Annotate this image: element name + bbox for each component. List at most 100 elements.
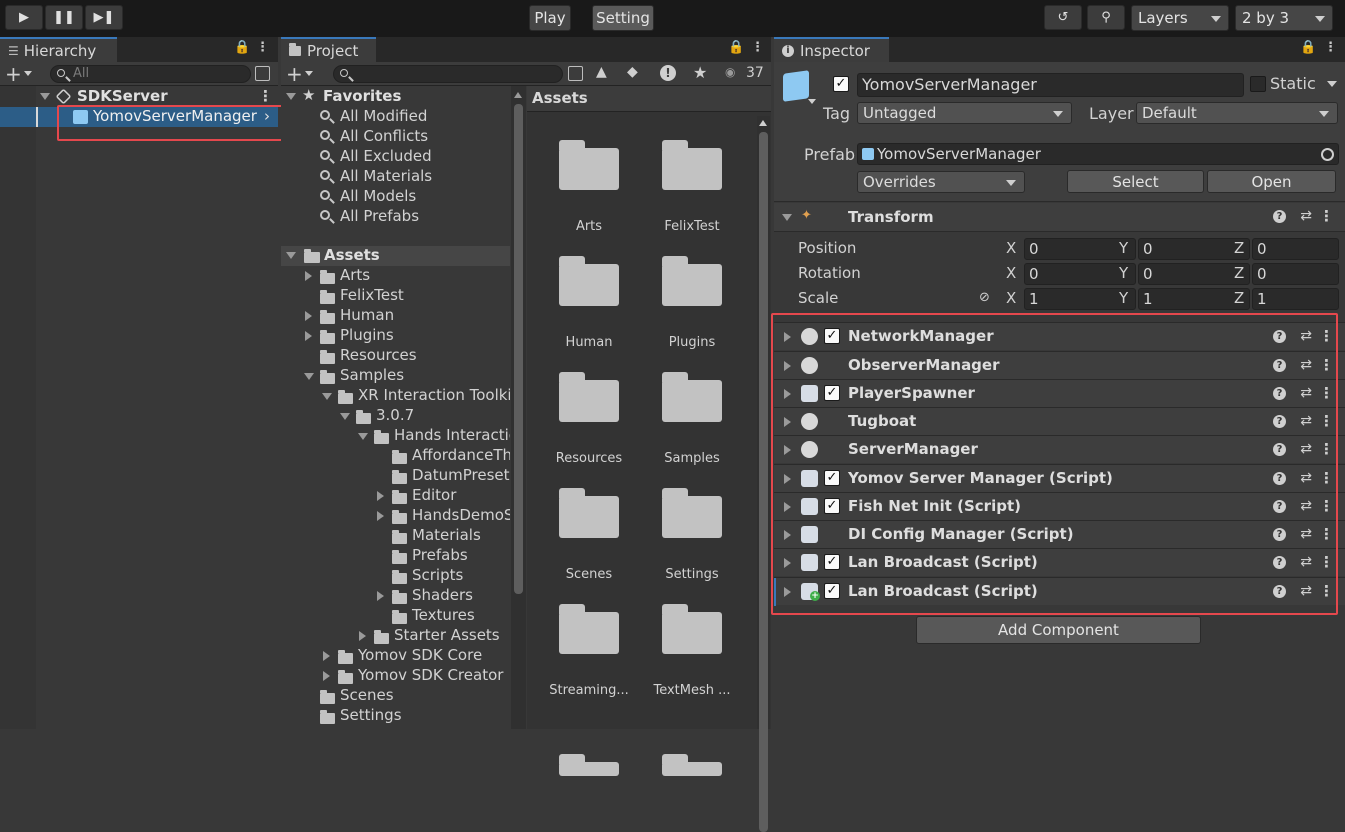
tree-item[interactable]: Editor	[281, 486, 510, 506]
tree-item[interactable]: Scripts	[281, 566, 510, 586]
search-icon[interactable]: ⚲	[1087, 5, 1125, 30]
add-icon[interactable]: +	[286, 62, 303, 86]
favorite-item[interactable]: All Materials	[281, 167, 510, 187]
object-name-field[interactable]: YomovServerManager	[857, 73, 1244, 97]
tree-scroll-thumb[interactable]	[514, 104, 523, 594]
prefab-cube-icon[interactable]	[783, 70, 809, 102]
grid-item[interactable]: TextMesh ...	[642, 600, 742, 710]
tree-item[interactable]: XR Interaction Toolki	[281, 386, 510, 406]
chevron-down-icon[interactable]	[808, 99, 816, 104]
tree-item[interactable]: Resources	[281, 346, 510, 366]
active-checkbox[interactable]: ✓	[833, 76, 849, 92]
project-search-input[interactable]	[333, 65, 563, 83]
eye-icon[interactable]: ◉	[725, 65, 735, 79]
lock-icon[interactable]: 🔒	[234, 40, 250, 55]
collapse-arrow-icon[interactable]	[358, 433, 368, 440]
layer-dropdown[interactable]: Default	[1136, 102, 1338, 124]
history-icon[interactable]: ↺	[1044, 5, 1082, 30]
transform-position-z-field[interactable]: 0	[1252, 238, 1339, 260]
assets-root-row[interactable]: Assets	[281, 246, 510, 266]
constrain-proportions-icon[interactable]: ⊘	[979, 290, 990, 305]
tree-item[interactable]: Plugins	[281, 326, 510, 346]
expand-arrow-icon[interactable]	[40, 93, 50, 100]
favorite-item[interactable]: All Excluded	[281, 147, 510, 167]
tree-item[interactable]: Yomov SDK Core	[281, 646, 510, 666]
expand-arrow-icon[interactable]	[323, 671, 330, 681]
step-icon[interactable]: ▶❚	[85, 5, 123, 30]
layout-dropdown[interactable]: 2 by 3	[1235, 5, 1333, 31]
grid-item[interactable]: Samples	[642, 368, 742, 478]
label-tag-icon[interactable]: ◆	[627, 64, 638, 80]
grid-item[interactable]: Scenes	[539, 484, 639, 594]
favorite-item[interactable]: All Models	[281, 187, 510, 207]
kebab-menu-icon[interactable]: ⋮	[256, 40, 269, 55]
kebab-menu-icon[interactable]: ⋮	[258, 87, 273, 105]
filter-type-icon[interactable]: ▲	[596, 64, 607, 80]
scene-row[interactable]: SDKServer ⋮	[0, 87, 278, 107]
collapse-arrow-icon[interactable]	[340, 413, 350, 420]
tree-item[interactable]: Yomov SDK Creator	[281, 666, 510, 686]
scene-visibility-icon[interactable]	[255, 66, 270, 81]
tag-dropdown[interactable]: Untagged	[857, 102, 1072, 124]
play-icon[interactable]: ▶	[5, 5, 43, 30]
tree-item[interactable]: AffordanceTh	[281, 446, 510, 466]
pause-icon[interactable]: ❚❚	[45, 5, 83, 30]
overrides-dropdown[interactable]: Overrides	[857, 171, 1025, 193]
tree-item[interactable]: Scenes	[281, 686, 510, 706]
select-button[interactable]: Select	[1067, 170, 1204, 193]
tab-hierarchy[interactable]: ☰ Hierarchy	[0, 37, 117, 62]
tree-item[interactable]: Materials	[281, 526, 510, 546]
tree-item[interactable]: Hands Interactic	[281, 426, 510, 446]
add-component-button[interactable]: Add Component	[916, 616, 1201, 644]
grid-item[interactable]: Resources	[539, 368, 639, 478]
expand-arrow-icon[interactable]	[305, 331, 312, 341]
expand-arrow-icon[interactable]	[377, 491, 384, 501]
warning-icon[interactable]: !	[660, 65, 676, 81]
tree-item[interactable]: Samples	[281, 366, 510, 386]
object-picker-icon[interactable]	[1321, 148, 1334, 161]
grid-item[interactable]: Streaming...	[539, 600, 639, 710]
open-button[interactable]: Open	[1207, 170, 1336, 193]
favorite-item[interactable]: All Prefabs	[281, 207, 510, 227]
scroll-up-icon[interactable]	[514, 92, 522, 98]
scroll-up-icon[interactable]	[759, 120, 767, 126]
tree-item[interactable]: Human	[281, 306, 510, 326]
favorites-header[interactable]: ★ Favorites	[281, 87, 510, 107]
tab-project[interactable]: Project	[281, 37, 376, 62]
add-icon[interactable]: +	[5, 62, 22, 86]
expand-arrow-icon[interactable]	[323, 651, 330, 661]
grid-item[interactable]: Arts	[539, 136, 639, 246]
tab-inspector[interactable]: i Inspector	[774, 37, 889, 62]
collapse-arrow-icon[interactable]	[322, 393, 332, 400]
star-icon[interactable]: ★	[693, 63, 707, 82]
play-mode-button[interactable]: Play	[529, 5, 571, 31]
grid-item[interactable]: Plugins	[642, 252, 742, 362]
tree-item[interactable]: Prefabs	[281, 546, 510, 566]
expand-arrow-icon[interactable]	[305, 311, 312, 321]
expand-arrow-icon[interactable]	[377, 591, 384, 601]
tree-item[interactable]: Starter Assets	[281, 626, 510, 646]
expand-arrow-icon[interactable]	[377, 511, 384, 521]
tree-item[interactable]: 3.0.7	[281, 406, 510, 426]
grid-item[interactable]: Human	[539, 252, 639, 362]
transform-scale-z-field[interactable]: 1	[1252, 288, 1339, 310]
grid-item[interactable]: Settings	[642, 484, 742, 594]
search-by-type-icon[interactable]	[568, 66, 583, 81]
tree-item[interactable]: Shaders	[281, 586, 510, 606]
lock-icon[interactable]: 🔒	[1300, 40, 1316, 55]
collapse-arrow-icon[interactable]	[304, 373, 314, 380]
presets-icon[interactable]: ⇄	[1300, 208, 1312, 224]
tree-item[interactable]: FelixTest	[281, 286, 510, 306]
kebab-menu-icon[interactable]: ⋮	[1319, 207, 1334, 225]
tree-item[interactable]: Arts	[281, 266, 510, 286]
favorite-item[interactable]: All Conflicts	[281, 127, 510, 147]
tree-item[interactable]: HandsDemoS	[281, 506, 510, 526]
help-icon[interactable]: ?	[1273, 210, 1286, 223]
favorite-item[interactable]: All Modified	[281, 107, 510, 127]
static-dropdown-icon[interactable]	[1327, 81, 1337, 87]
expand-arrow-icon[interactable]	[305, 271, 312, 281]
tree-scrollbar[interactable]	[511, 86, 526, 729]
grid-item[interactable]: FelixTest	[642, 136, 742, 246]
expand-arrow-icon[interactable]	[286, 93, 296, 100]
layers-dropdown[interactable]: Layers	[1131, 5, 1229, 31]
